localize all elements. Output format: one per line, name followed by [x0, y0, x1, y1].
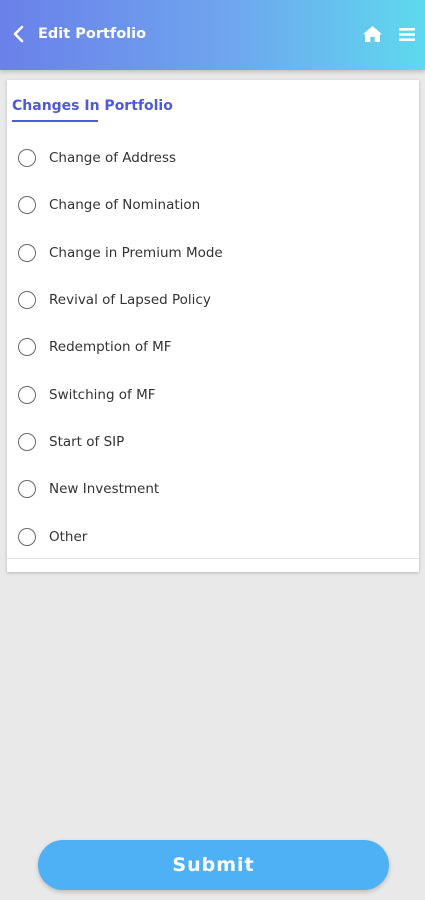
radio-button[interactable] [18, 244, 36, 262]
radio-button[interactable] [18, 480, 36, 498]
option-start-of-sip[interactable]: Start of SIP [7, 422, 419, 462]
section-title-underline [12, 120, 98, 122]
radio-button[interactable] [18, 149, 36, 167]
radio-button[interactable] [18, 291, 36, 309]
option-label: Change of Nomination [49, 197, 201, 213]
option-label: Redemption of MF [49, 339, 172, 355]
option-label: Switching of MF [49, 387, 156, 403]
app-bar: Edit Portfolio [0, 0, 425, 70]
radio-button[interactable] [18, 433, 36, 451]
section-title: Changes In Portfolio [12, 98, 173, 114]
option-label: Start of SIP [49, 434, 125, 450]
option-label: New Investment [49, 481, 160, 497]
menu-button[interactable] [397, 23, 417, 45]
option-change-of-address[interactable]: Change of Address [7, 138, 419, 178]
page-title: Edit Portfolio [38, 26, 147, 42]
option-redemption-of-mf[interactable]: Redemption of MF [7, 327, 419, 367]
option-label: Change in Premium Mode [49, 245, 223, 261]
hamburger-menu-icon [399, 27, 415, 41]
radio-button[interactable] [18, 196, 36, 214]
radio-button[interactable] [18, 338, 36, 356]
option-switching-of-mf[interactable]: Switching of MF [7, 375, 419, 415]
home-icon [362, 26, 382, 42]
card-divider [7, 558, 419, 559]
portfolio-changes-card: Changes In Portfolio Change of Address C… [7, 80, 419, 572]
option-other[interactable]: Other [7, 517, 419, 557]
option-change-of-nomination[interactable]: Change of Nomination [7, 185, 419, 225]
option-new-investment[interactable]: New Investment [7, 469, 419, 509]
option-label: Change of Address [49, 150, 177, 166]
option-revival-of-lapsed-policy[interactable]: Revival of Lapsed Policy [7, 280, 419, 320]
radio-button[interactable] [18, 528, 36, 546]
radio-button[interactable] [18, 386, 36, 404]
home-button[interactable] [361, 23, 383, 45]
option-change-in-premium-mode[interactable]: Change in Premium Mode [7, 233, 419, 273]
option-label: Other [49, 529, 88, 545]
back-button[interactable] [8, 20, 30, 48]
option-label: Revival of Lapsed Policy [49, 292, 211, 308]
chevron-left-icon [13, 25, 24, 43]
submit-button[interactable]: Submit [38, 840, 389, 890]
